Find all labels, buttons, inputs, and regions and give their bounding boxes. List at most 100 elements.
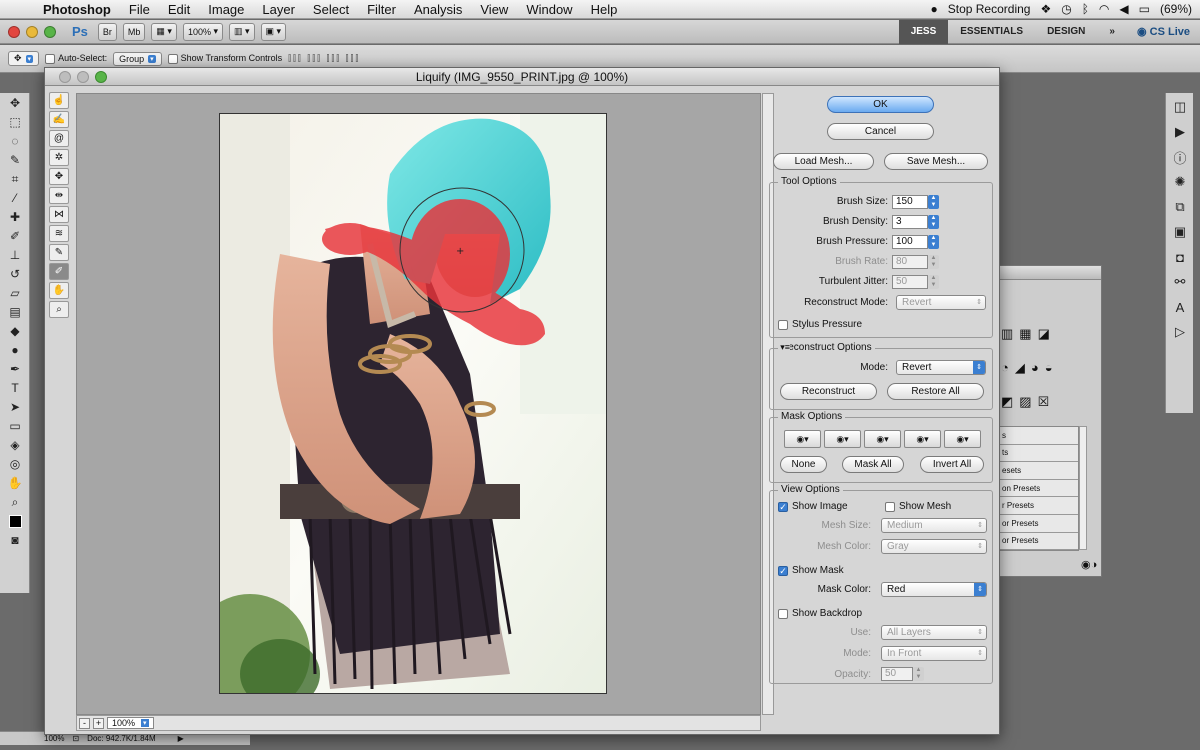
blur-tool-icon[interactable]: ◆ <box>3 322 27 340</box>
save-mesh-button[interactable]: Save Mesh... <box>884 153 988 170</box>
cancel-button[interactable]: Cancel <box>827 123 934 140</box>
preset-item[interactable]: or Presets <box>1000 515 1078 533</box>
mask-none-button[interactable]: None <box>780 456 827 473</box>
zoom-select[interactable]: 100% ▾ <box>107 717 154 729</box>
menu-view[interactable]: View <box>471 2 517 17</box>
pen-tool-icon[interactable]: ✒ <box>3 360 27 378</box>
view-extras-button[interactable]: ▦ ▾ <box>151 22 177 41</box>
show-mesh-checkbox[interactable] <box>885 502 895 512</box>
status-zoom[interactable]: 100% <box>44 734 64 743</box>
clone-source-panel-icon[interactable]: ⧉ <box>1169 196 1191 218</box>
photo-canvas[interactable]: + <box>219 113 607 694</box>
preset-item[interactable]: on Presets <box>1000 480 1078 498</box>
recording-icon[interactable]: ● <box>931 2 938 16</box>
brush-density-input[interactable]: 3 <box>892 215 928 229</box>
show-transform-checkbox[interactable] <box>167 53 178 64</box>
dialog-minimize-button[interactable] <box>77 71 89 83</box>
clone-stamp-tool-icon[interactable]: ⊥ <box>3 246 27 264</box>
menu-file[interactable]: File <box>120 2 159 17</box>
quick-select-tool-icon[interactable]: ✎ <box>3 151 27 169</box>
move-tool-icon[interactable]: ✥ <box>3 94 27 112</box>
history-brush-tool-icon[interactable]: ↺ <box>3 265 27 283</box>
turbulence-tool-icon[interactable]: ≋ <box>49 225 69 242</box>
marquee-tool-icon[interactable]: ⬚ <box>3 113 27 131</box>
path-select-tool-icon[interactable]: ➤ <box>3 398 27 416</box>
wifi-icon[interactable]: ◠ <box>1099 2 1109 16</box>
show-image-checkbox[interactable]: ✓ <box>778 502 788 512</box>
reconstruct-options-mode-select[interactable]: Revert ⇕ <box>896 360 986 375</box>
workspace-jess[interactable]: JESS <box>898 19 949 44</box>
adjustment-icons-row-3[interactable]: ◩▨☒ <box>1001 394 1055 410</box>
type-tool-icon[interactable]: T <box>3 379 27 397</box>
push-left-tool-icon[interactable]: ⇹ <box>49 187 69 204</box>
workspace-essentials[interactable]: ESSENTIALS <box>948 20 1035 44</box>
3d-rotate-tool-icon[interactable]: ◈ <box>3 436 27 454</box>
panel-footer-icon[interactable]: ◉◑ <box>1081 558 1097 571</box>
mini-bridge-button[interactable]: Mb <box>122 22 146 41</box>
dialog-zoom-button[interactable] <box>95 71 107 83</box>
reconstruct-button[interactable]: Reconstruct <box>780 383 877 400</box>
thaw-mask-tool-icon[interactable]: ✐ <box>49 263 69 280</box>
preset-item[interactable]: ts <box>1000 445 1078 463</box>
preset-item[interactable]: s <box>1000 427 1078 445</box>
freeze-mask-tool-icon[interactable]: ✎ <box>49 244 69 261</box>
menu-image[interactable]: Image <box>199 2 253 17</box>
show-backdrop-checkbox[interactable] <box>778 609 788 619</box>
reconstruct-options-menu-icon[interactable]: ▾≡ <box>780 342 790 353</box>
shape-tool-icon[interactable]: ▭ <box>3 417 27 435</box>
forward-warp-tool-icon[interactable]: ☝ <box>49 92 69 109</box>
zoom-tool-icon[interactable]: ⌕ <box>3 493 27 511</box>
twirl-clockwise-tool-icon[interactable]: @ <box>49 130 69 147</box>
menu-photoshop[interactable]: Photoshop <box>34 2 120 17</box>
move-tool-preset[interactable]: ✥ ▾ <box>8 51 40 66</box>
dialog-close-button[interactable] <box>59 71 71 83</box>
screen-mode-button[interactable]: ▣ ▾ <box>260 22 287 41</box>
3d-orbit-tool-icon[interactable]: ◎ <box>3 455 27 473</box>
preset-item[interactable]: or Presets <box>1000 533 1078 551</box>
mask-all-button[interactable]: Mask All <box>842 456 904 473</box>
dodge-tool-icon[interactable]: ● <box>3 341 27 359</box>
show-mask-checkbox[interactable]: ✓ <box>778 566 788 576</box>
close-window-button[interactable] <box>8 25 20 38</box>
brush-pressure-input[interactable]: 100 <box>892 235 928 249</box>
backdrop-use-select[interactable]: All Layers ⇕ <box>881 625 987 640</box>
history-panel-icon[interactable]: ◫ <box>1169 96 1191 118</box>
menu-edit[interactable]: Edit <box>159 2 199 17</box>
info-panel-icon[interactable]: ⓘ <box>1169 146 1191 168</box>
color-swatches-icon[interactable] <box>3 512 27 530</box>
mask-replace-icon[interactable]: ◉▾ <box>784 430 821 448</box>
zoom-in-button[interactable]: + <box>93 717 104 729</box>
brush-size-input[interactable]: 150 <box>892 195 928 209</box>
notes-panel-icon[interactable]: ◘ <box>1169 246 1191 268</box>
actions-panel-icon[interactable]: ▶ <box>1169 121 1191 143</box>
brush-rate-input[interactable]: 80 <box>892 255 928 269</box>
hand-tool-icon[interactable]: ✋ <box>49 282 69 299</box>
brush-density-stepper[interactable]: ▲ ▼ <box>928 215 939 229</box>
backdrop-mode-select[interactable]: In Front ⇕ <box>881 646 987 661</box>
preset-item[interactable]: esets <box>1000 462 1078 480</box>
zoom-level-select[interactable]: 100% ▾ <box>182 22 224 41</box>
zoom-tool-icon[interactable]: ⌕ <box>49 301 69 318</box>
minimize-window-button[interactable] <box>26 25 38 38</box>
brush-pressure-stepper[interactable]: ▲ ▼ <box>928 235 939 249</box>
status-arrow-icon[interactable]: ▶ <box>178 734 184 743</box>
paths-panel-icon[interactable]: ⚯ <box>1169 271 1191 293</box>
lasso-tool-icon[interactable]: ◌ <box>3 132 27 150</box>
menu-analysis[interactable]: Analysis <box>405 2 471 17</box>
brush-size-stepper[interactable]: ▲ ▼ <box>928 195 939 209</box>
hand-tool-icon[interactable]: ✋ <box>3 474 27 492</box>
gradient-tool-icon[interactable]: ▤ <box>3 303 27 321</box>
mesh-size-select[interactable]: Medium ⇕ <box>881 518 987 533</box>
bloat-tool-icon[interactable]: ✥ <box>49 168 69 185</box>
quick-mask-icon[interactable]: ◙ <box>3 531 27 549</box>
backdrop-opacity-input[interactable]: 50 <box>881 667 913 681</box>
turbulent-jitter-stepper[interactable]: ▲ ▼ <box>928 275 939 289</box>
zoom-window-button[interactable] <box>44 25 56 38</box>
volume-icon[interactable]: ◀ <box>1119 2 1128 16</box>
stylus-pressure-checkbox[interactable] <box>778 320 788 330</box>
mini-bridge-panel-icon[interactable]: ▣ <box>1169 221 1191 243</box>
stop-recording[interactable]: Stop Recording <box>948 2 1031 16</box>
workspace-design[interactable]: DESIGN <box>1035 20 1097 44</box>
menu-help[interactable]: Help <box>582 2 627 17</box>
brush-tool-icon[interactable]: ✐ <box>3 227 27 245</box>
